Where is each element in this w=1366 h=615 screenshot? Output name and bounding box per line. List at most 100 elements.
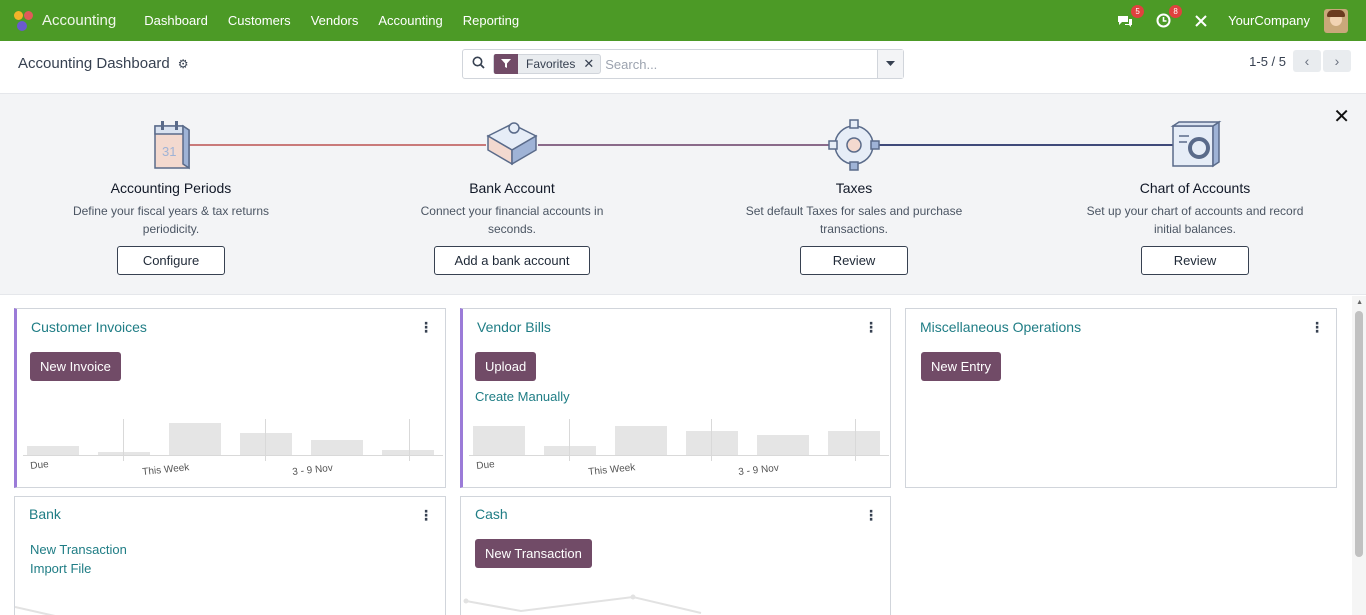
chart-baseline	[23, 455, 443, 456]
configure-button[interactable]: Configure	[117, 246, 225, 275]
scroll-up-icon[interactable]: ▲	[1356, 299, 1363, 306]
chart-separator	[711, 419, 712, 461]
card-title[interactable]: Cash	[475, 506, 508, 522]
pager-value[interactable]: 1-5 / 5	[1249, 54, 1286, 69]
chart-bar[interactable]	[828, 431, 880, 455]
new-transaction-button[interactable]: New Transaction	[475, 539, 592, 568]
step-description: Set up your chart of accounts and record…	[1086, 204, 1304, 236]
facet-label: Favorites	[526, 57, 576, 71]
app-name[interactable]: Accounting	[42, 12, 116, 29]
step-title: Taxes	[835, 180, 873, 196]
card-title[interactable]: Vendor Bills	[477, 319, 551, 335]
scrollbar-thumb[interactable]	[1355, 311, 1363, 557]
cog-icon	[824, 116, 884, 174]
control-panel: Accounting Dashboard ⚙ Favorites ✕ 1-5 /…	[0, 41, 1366, 94]
calendar-icon: 31	[141, 116, 201, 174]
vendor-bills-card: Vendor Bills ⋮ Upload Create Manually Du…	[460, 308, 891, 488]
review-taxes-button[interactable]: Review	[800, 246, 908, 275]
chart-separator	[265, 419, 266, 461]
chart-axis-label: This Week	[587, 462, 636, 478]
chart-bar[interactable]	[757, 435, 809, 455]
review-chart-button[interactable]: Review	[1141, 246, 1249, 275]
chart-bar[interactable]	[169, 423, 221, 455]
menu-dashboard[interactable]: Dashboard	[144, 13, 208, 28]
user-avatar[interactable]	[1324, 8, 1348, 33]
import-file-link[interactable]: Import File	[30, 561, 91, 576]
chart-separator	[123, 419, 124, 461]
chart-axis-label: Due	[475, 459, 496, 472]
chart-bar[interactable]	[473, 426, 525, 455]
upload-button[interactable]: Upload	[475, 352, 537, 381]
card-title[interactable]: Customer Invoices	[31, 319, 147, 335]
bank-card: Bank ⋮ New Transaction Import File	[14, 496, 446, 615]
menu-reporting[interactable]: Reporting	[463, 13, 519, 28]
kebab-menu-icon[interactable]: ⋮	[419, 319, 433, 336]
chart-bar[interactable]	[686, 431, 738, 455]
onboarding-step-bank: Bank Account Connect your financial acco…	[392, 116, 632, 275]
cash-card: Cash ⋮ New Transaction	[460, 496, 891, 615]
chart-axis-label: Due	[29, 459, 50, 472]
chart-bar[interactable]	[240, 433, 292, 455]
menu-customers[interactable]: Customers	[228, 13, 291, 28]
chart-accounts-icon	[1165, 116, 1225, 174]
new-invoice-button[interactable]: New Invoice	[30, 352, 121, 381]
misc-operations-card: Miscellaneous Operations ⋮ New Entry	[905, 308, 1337, 488]
chart-separator	[569, 419, 570, 461]
kebab-menu-icon[interactable]: ⋮	[419, 507, 433, 524]
chart-axis-label: 3 - 9 Nov	[737, 462, 780, 478]
chart-bar[interactable]	[311, 440, 363, 455]
search-facet: Favorites ✕	[493, 54, 602, 74]
kebab-menu-icon[interactable]: ⋮	[1310, 319, 1324, 336]
step-title: Bank Account	[469, 180, 555, 196]
step-title: Accounting Periods	[110, 180, 232, 196]
create-manually-link[interactable]: Create Manually	[475, 389, 570, 404]
activities-badge: 8	[1169, 4, 1183, 18]
add-bank-account-button[interactable]: Add a bank account	[433, 246, 591, 275]
facet-remove-icon[interactable]: ✕	[583, 56, 600, 72]
activities-icon[interactable]: 8	[1152, 4, 1183, 32]
card-title[interactable]: Bank	[29, 506, 61, 522]
search-input[interactable]	[601, 51, 877, 77]
cash-graph	[463, 594, 702, 614]
top-navbar: Accounting Dashboard Customers Vendors A…	[0, 0, 1366, 41]
search-bar[interactable]: Favorites ✕	[462, 49, 904, 79]
step-description: Define your fiscal years & tax returns p…	[72, 204, 270, 236]
card-title[interactable]: Miscellaneous Operations	[920, 319, 1081, 335]
pager-next-icon[interactable]: ›	[1323, 50, 1351, 72]
step-description: Connect your financial accounts in secon…	[420, 204, 604, 236]
step-description: Set default Taxes for sales and purchase…	[745, 204, 963, 236]
chart-bar[interactable]	[615, 426, 667, 455]
page-title: Accounting Dashboard	[18, 55, 170, 72]
kebab-menu-icon[interactable]: ⋮	[864, 319, 878, 336]
messages-icon[interactable]: 5	[1114, 4, 1145, 32]
search-options-toggle[interactable]	[877, 50, 903, 78]
onboarding-step-taxes: Taxes Set default Taxes for sales and pu…	[734, 116, 974, 275]
breadcrumb: Accounting Dashboard ⚙	[18, 55, 189, 72]
company-switcher[interactable]: YourCompany	[1228, 13, 1310, 28]
puzzle-icon	[482, 116, 542, 174]
menu-accounting[interactable]: Accounting	[378, 13, 442, 28]
chart-bar[interactable]	[27, 446, 79, 455]
chart-axis-label: 3 - 9 Nov	[291, 462, 334, 478]
bank-graph	[15, 606, 56, 615]
new-transaction-link[interactable]: New Transaction	[30, 542, 127, 557]
app-logo-icon[interactable]	[14, 10, 34, 31]
chart-separator	[409, 419, 410, 461]
filter-icon	[494, 54, 518, 74]
menu-vendors[interactable]: Vendors	[311, 13, 359, 28]
bills-chart[interactable]: Due This Week 3 - 9 Nov	[469, 417, 889, 485]
pager-previous-icon[interactable]: ‹	[1293, 50, 1321, 72]
messages-badge: 5	[1131, 4, 1145, 18]
invoices-chart[interactable]: Due This Week 3 - 9 Nov	[23, 417, 443, 485]
close-icon[interactable]: ✕	[1333, 104, 1350, 129]
chart-baseline	[469, 455, 889, 456]
search-icon[interactable]	[463, 56, 493, 72]
chart-bar[interactable]	[544, 446, 596, 455]
onboarding-step-chart: Chart of Accounts Set up your chart of a…	[1075, 116, 1315, 275]
gear-icon[interactable]: ⚙	[178, 57, 189, 71]
new-entry-button[interactable]: New Entry	[921, 352, 1001, 381]
kebab-menu-icon[interactable]: ⋮	[864, 507, 878, 524]
step-title: Chart of Accounts	[1139, 180, 1251, 196]
tools-icon[interactable]	[1190, 10, 1212, 32]
onboarding-step-periods: 31 Accounting Periods Define your fiscal…	[51, 116, 291, 275]
